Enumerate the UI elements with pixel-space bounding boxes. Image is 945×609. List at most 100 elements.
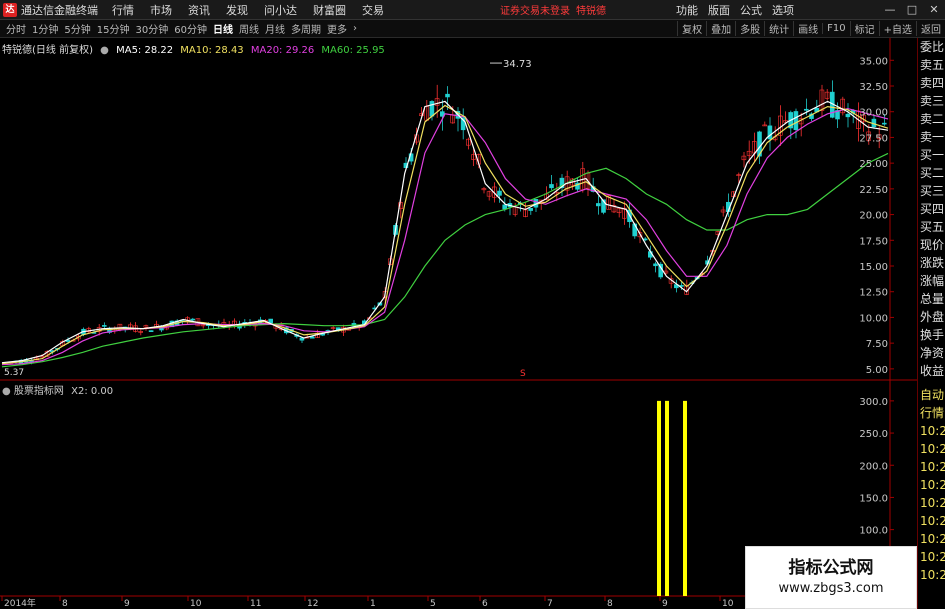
tool-f10[interactable]: F10 xyxy=(822,23,849,34)
side-item-2[interactable]: 卖四 xyxy=(918,74,945,92)
side-item-0[interactable]: 委比 xyxy=(918,38,945,56)
date-tick-label: 6 xyxy=(482,599,488,609)
side-item-11[interactable]: 现价 xyxy=(918,236,945,254)
candle-body xyxy=(309,336,315,339)
tool-mark[interactable]: 标记 xyxy=(849,21,879,36)
period-daily[interactable]: 日线 xyxy=(213,21,233,36)
gap-marker: S xyxy=(520,369,526,379)
menu-market[interactable]: 市场 xyxy=(150,2,172,18)
maximize-button[interactable]: □ xyxy=(901,3,923,16)
login-notice[interactable]: 证券交易未登录 xyxy=(500,2,570,17)
period-30min[interactable]: 30分钟 xyxy=(135,21,168,36)
side-item-1[interactable]: 卖五 xyxy=(918,56,945,74)
side-tick-1: 行情 xyxy=(920,406,945,420)
ma20-line xyxy=(1,107,889,366)
side-item-13[interactable]: 涨幅 xyxy=(918,272,945,290)
tool-multistock[interactable]: 多股 xyxy=(735,21,764,36)
ma10-value: MA10: 28.43 xyxy=(180,45,244,56)
app-title: 通达信金融终端 xyxy=(21,3,98,17)
date-tick-label: 2014年 xyxy=(4,597,36,609)
stock-name: 特锐德 xyxy=(576,6,606,17)
period-more[interactable]: 更多 xyxy=(327,21,347,36)
chevron-right-icon[interactable]: › xyxy=(353,23,357,34)
kline-chart[interactable]: 35.0032.5030.0027.5025.0022.5020.0017.50… xyxy=(0,38,917,609)
period-weekly[interactable]: 周线 xyxy=(239,21,259,36)
date-tick-label: 10 xyxy=(190,599,202,609)
period-1min[interactable]: 1分钟 xyxy=(32,21,58,36)
quote-side-panel: 委比 卖五 卖四 卖三 卖二 卖一 买一 买二 买三 买四 买五 现价 涨跌 涨幅 总量 外盘 换手 净资 收益 自… xyxy=(917,38,945,609)
settings-dot-icon[interactable]: ● xyxy=(2,386,11,397)
ma20-value: MA20: 29.26 xyxy=(250,45,315,56)
minimize-button[interactable]: — xyxy=(879,3,901,16)
period-15min[interactable]: 15分钟 xyxy=(97,21,130,36)
tool-back[interactable]: 返回 xyxy=(916,21,945,36)
tool-draw[interactable]: 画线 xyxy=(793,21,822,36)
side-item-6[interactable]: 买一 xyxy=(918,146,945,164)
side-item-8[interactable]: 买三 xyxy=(918,182,945,200)
period-60min[interactable]: 60分钟 xyxy=(174,21,207,36)
low-label: 5.37 xyxy=(4,368,24,378)
side-item-3[interactable]: 卖三 xyxy=(918,92,945,110)
side-item-10[interactable]: 买五 xyxy=(918,218,945,236)
side-item-16[interactable]: 换手 xyxy=(918,326,945,344)
menu-trade[interactable]: 交易 xyxy=(362,2,384,18)
side-item-7[interactable]: 买二 xyxy=(918,164,945,182)
price-tick-label: 12.50 xyxy=(859,288,888,299)
close-button[interactable]: ✕ xyxy=(923,3,945,16)
watermark-url: www.zbgs3.com xyxy=(778,581,884,596)
menu-discover[interactable]: 发现 xyxy=(226,2,248,18)
side-item-12[interactable]: 涨跌 xyxy=(918,254,945,272)
indicator-tick-label: 300.0 xyxy=(859,397,888,408)
period-5min[interactable]: 5分钟 xyxy=(64,21,90,36)
candle-body xyxy=(497,190,502,196)
period-timeshare[interactable]: 分时 xyxy=(6,21,26,36)
app-window: 达 通达信金融终端 行情 市场 资讯 发现 问小达 财富圈 交易 证券交易未登录… xyxy=(0,0,945,609)
ma60-value: MA60: 25.95 xyxy=(321,45,385,56)
side-tick-5: 10:26 xyxy=(920,478,945,492)
side-tick-3: 10:26 xyxy=(920,442,945,456)
tool-adjust[interactable]: 复权 xyxy=(677,21,706,36)
window-controls: — □ ✕ xyxy=(879,3,945,16)
menu-ask[interactable]: 问小达 xyxy=(264,2,297,18)
side-item-18[interactable]: 收益 xyxy=(918,362,945,380)
menu-function[interactable]: 功能 xyxy=(676,2,698,18)
ma60-line xyxy=(1,152,889,368)
menu-layout[interactable]: 版面 xyxy=(708,2,730,18)
menu-news[interactable]: 资讯 xyxy=(188,2,210,18)
date-axis: 2014年 8 9 10 11 12 1 5 6 7 8 9 10 xyxy=(1,596,734,609)
menu-formula[interactable]: 公式 xyxy=(740,2,762,18)
tool-add-favorite[interactable]: +自选 xyxy=(878,21,916,36)
side-item-17[interactable]: 净资 xyxy=(918,344,945,362)
price-tick-label: 15.00 xyxy=(859,262,888,273)
indicator-tick-label: 200.0 xyxy=(859,461,888,472)
tool-stats[interactable]: 统计 xyxy=(764,21,793,36)
date-tick-label: 7 xyxy=(547,599,553,609)
price-tick-label: 32.50 xyxy=(859,82,888,93)
side-item-14[interactable]: 总量 xyxy=(918,290,945,308)
date-tick-label: 9 xyxy=(662,599,668,609)
menu-quotes[interactable]: 行情 xyxy=(112,2,134,18)
date-tick-label: 12 xyxy=(307,599,318,609)
price-tick-label: 27.50 xyxy=(859,133,888,144)
date-tick-label: 8 xyxy=(62,599,68,609)
period-multi[interactable]: 多周期 xyxy=(291,21,321,36)
candle-body xyxy=(549,184,554,189)
menu-wealth[interactable]: 财富圈 xyxy=(313,2,346,18)
period-monthly[interactable]: 月线 xyxy=(265,21,285,36)
side-item-15[interactable]: 外盘 xyxy=(918,308,945,326)
date-tick-label: 10 xyxy=(722,599,734,609)
settings-dot-icon[interactable]: ● xyxy=(100,45,109,56)
side-item-9[interactable]: 买四 xyxy=(918,200,945,218)
candle-body xyxy=(148,330,154,332)
indicator-tick-label: 100.0 xyxy=(859,526,888,537)
menu-options[interactable]: 选项 xyxy=(772,2,794,18)
price-tick-label: 20.00 xyxy=(859,211,888,222)
candlestick-series xyxy=(3,80,887,365)
watermark-logo: 指标公式网 www.zbgs3.com xyxy=(745,546,917,609)
side-item-5[interactable]: 卖一 xyxy=(918,128,945,146)
side-tick-2: 10:26 xyxy=(920,424,945,438)
price-tick-label: 22.50 xyxy=(859,185,888,196)
tool-overlay[interactable]: 叠加 xyxy=(706,21,735,36)
side-item-4[interactable]: 卖二 xyxy=(918,110,945,128)
candle-body xyxy=(445,93,450,98)
